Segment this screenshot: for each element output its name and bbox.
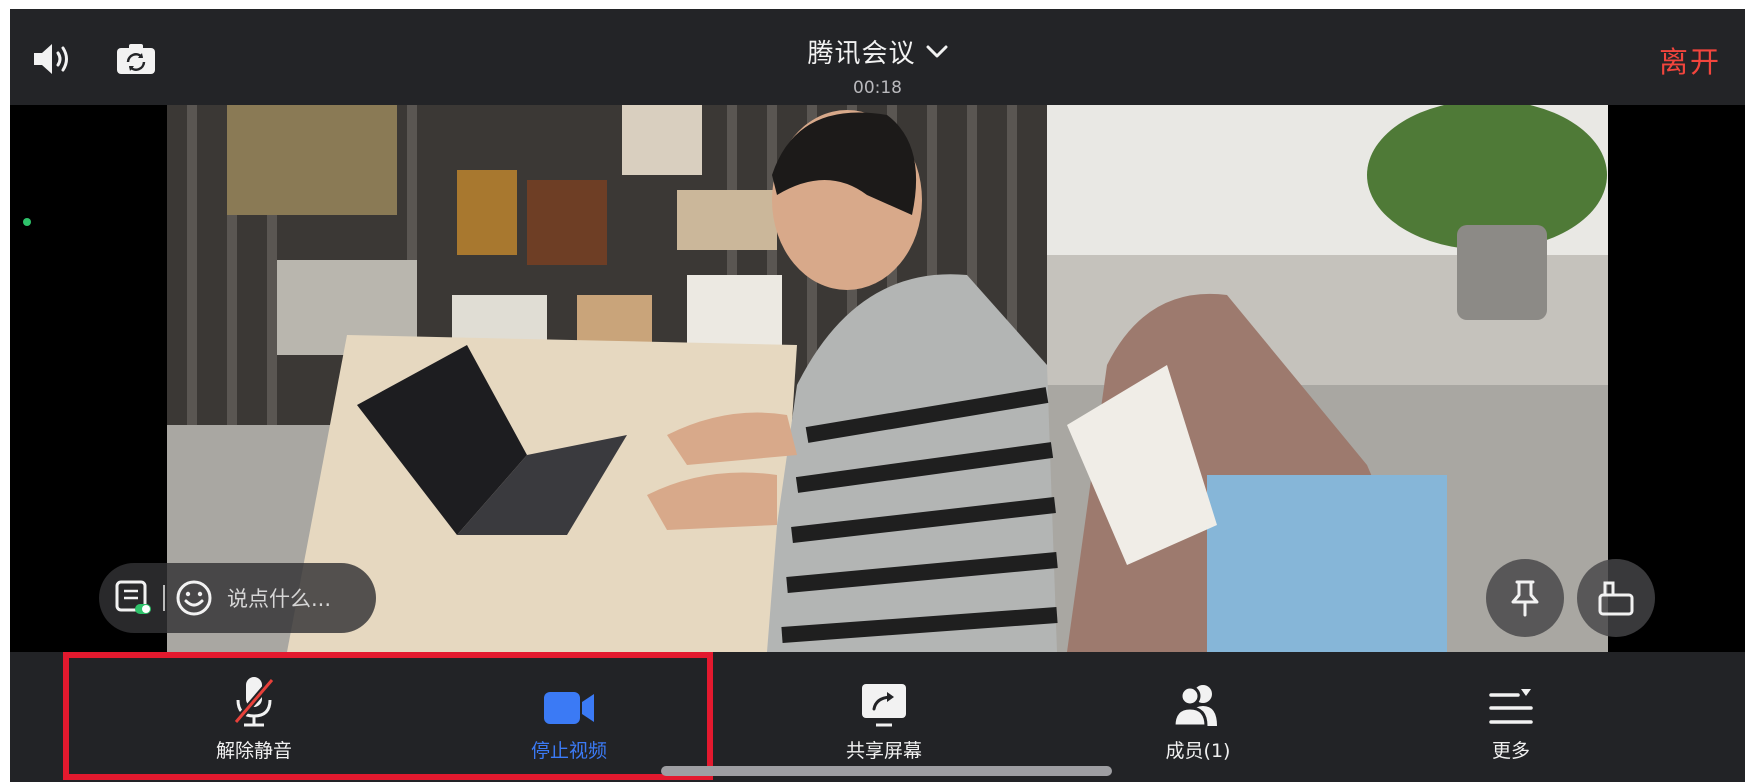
stop-video-button[interactable]: 停止视频 bbox=[469, 672, 669, 763]
screen-rotate-icon bbox=[1598, 581, 1634, 616]
members-button[interactable]: 成员(1) bbox=[1098, 672, 1298, 763]
emoji-icon[interactable] bbox=[175, 579, 213, 617]
unmute-button[interactable]: 解除静音 bbox=[154, 672, 354, 763]
share-screen-button[interactable]: 共享屏幕 bbox=[784, 672, 984, 763]
mic-muted-icon bbox=[233, 677, 275, 727]
stop-video-label: 停止视频 bbox=[530, 740, 607, 762]
chat-placeholder: 说点什么... bbox=[227, 587, 332, 611]
home-indicator[interactable] bbox=[661, 766, 1112, 776]
meeting-timer: 00:18 bbox=[853, 78, 902, 98]
meeting-screen: 腾讯会议 00:18 离开 说点什么... 解除静音 停止视频 共享屏幕 成员(… bbox=[10, 9, 1745, 782]
share-screen-icon bbox=[862, 684, 906, 727]
unmute-label: 解除静音 bbox=[215, 740, 292, 762]
members-icon bbox=[1172, 685, 1217, 728]
divider bbox=[163, 585, 165, 611]
video-camera-icon bbox=[544, 692, 594, 724]
more-button[interactable]: 更多 bbox=[1411, 672, 1611, 763]
bottom-toolbar: 解除静音 停止视频 共享屏幕 成员(1) 更多 bbox=[10, 652, 1745, 782]
participant-video[interactable] bbox=[167, 105, 1608, 652]
meeting-title-dropdown[interactable]: 腾讯会议 bbox=[807, 33, 947, 70]
share-screen-label: 共享屏幕 bbox=[845, 740, 922, 762]
leave-button[interactable]: 离开 bbox=[1659, 39, 1721, 81]
video-area: 说点什么... bbox=[10, 105, 1745, 652]
more-label: 更多 bbox=[1491, 740, 1530, 762]
more-menu-icon bbox=[1489, 689, 1533, 724]
top-bar: 腾讯会议 00:18 离开 bbox=[10, 9, 1745, 105]
rotate-screen-button[interactable] bbox=[1577, 559, 1655, 637]
chevron-down-icon bbox=[926, 45, 947, 57]
status-dot bbox=[23, 218, 31, 226]
members-label: 成员(1) bbox=[1165, 740, 1231, 762]
chat-list-toggle-icon[interactable] bbox=[115, 580, 153, 616]
meeting-title: 腾讯会议 bbox=[807, 39, 916, 69]
chat-input[interactable]: 说点什么... bbox=[99, 563, 376, 633]
pin-button[interactable] bbox=[1486, 559, 1564, 637]
pin-icon bbox=[1511, 580, 1539, 617]
